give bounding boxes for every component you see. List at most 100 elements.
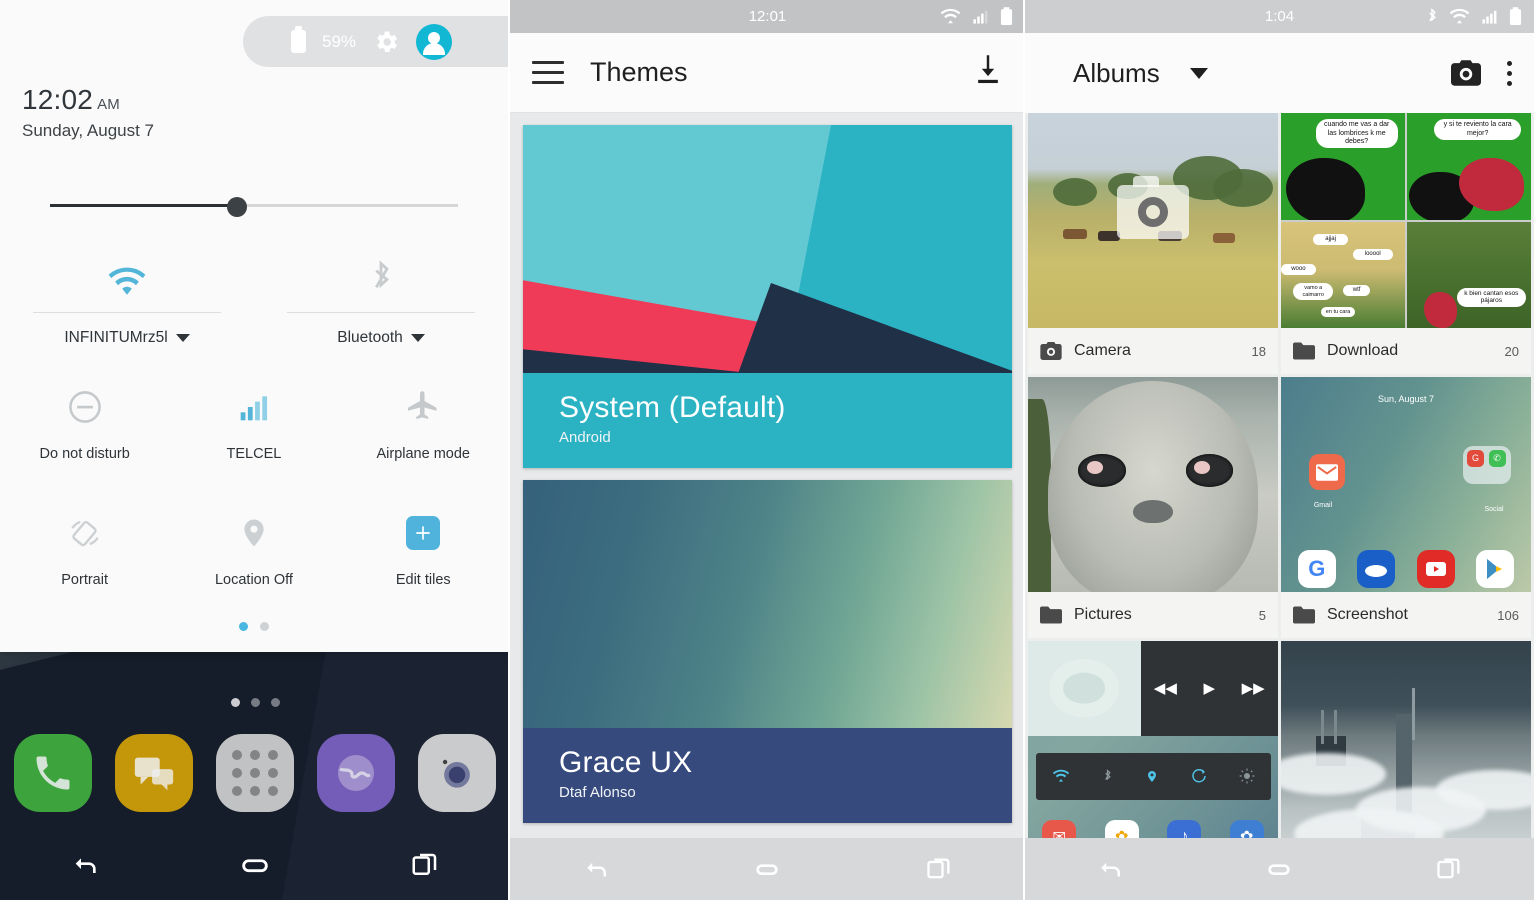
theme-card-grace-ux[interactable]: Grace UX Dtaf Alonso (523, 480, 1012, 823)
page-dot[interactable] (270, 698, 280, 707)
panel-divider-2 (1023, 0, 1025, 900)
quick-settings-page-indicator (0, 622, 508, 631)
album-label: Camera 18 (1028, 328, 1278, 374)
theme-preview-image (523, 480, 1012, 728)
tile-label: Location Off (214, 572, 293, 588)
tile-mobile-data[interactable]: TELCEL (169, 382, 338, 462)
slider-fill (50, 204, 238, 207)
quick-settings-clock: 12:02 AM Sunday, August 7 (22, 84, 154, 141)
album-thumbnail (1028, 113, 1278, 328)
hamburger-menu-icon[interactable] (532, 61, 564, 84)
tile-row-1: Do not disturb TELCEL Airplane mode (0, 382, 508, 462)
panel1-navbar (0, 830, 510, 900)
dock-browser-icon[interactable] (317, 734, 395, 812)
tile-wifi[interactable]: INFINITUMrz5l (0, 240, 254, 347)
user-avatar-icon[interactable] (416, 23, 453, 60)
wifi-icon (940, 8, 961, 24)
dock-phone-icon[interactable] (14, 734, 92, 812)
statusbar-time: 1:04 (1264, 8, 1295, 25)
tile-label: Edit tiles (395, 572, 451, 588)
tile-location[interactable]: Location Off (169, 508, 338, 588)
brightness-slider[interactable] (50, 197, 458, 217)
album-count: 106 (1497, 607, 1519, 623)
three-panel-screenshot: Google OneDrive YouTube Play Store (0, 0, 1534, 900)
dock-app-drawer-icon[interactable] (216, 734, 294, 812)
albums-grid: Camera 18 cuando me vas a dar las lombri… (1025, 113, 1534, 856)
clock-time: 12:02 AM (22, 84, 120, 115)
chevron-down-icon[interactable] (175, 334, 190, 342)
panel-themes: 12:01 Themes System (Default) Android Gr… (510, 0, 1025, 900)
bluetooth-icon (1104, 769, 1111, 781)
page-dot[interactable] (250, 698, 260, 707)
tile-edit-tiles[interactable]: Edit tiles (339, 508, 508, 588)
wifi-icon (106, 240, 148, 298)
album-download[interactable]: cuando me vas a dar las lombrices k me d… (1281, 113, 1531, 374)
camera-overlay-icon (1117, 175, 1189, 239)
comic-bubble: k bien cantan esos pájaros (1456, 287, 1527, 307)
back-icon[interactable] (55, 845, 115, 885)
album-label: Screenshot 106 (1281, 592, 1531, 638)
screenshot-dock: G (1281, 550, 1531, 588)
quick-settings-top-tiles: INFINITUMrz5l Bluetooth (0, 240, 508, 347)
location-icon (1147, 770, 1156, 782)
back-icon[interactable] (566, 849, 626, 889)
chevron-down-icon[interactable] (1189, 67, 1208, 79)
panel2-statusbar: 12:01 (510, 0, 1025, 33)
themes-appbar: Themes (510, 33, 1025, 113)
camera-icon[interactable] (1451, 60, 1481, 86)
panel-quick-settings: Google OneDrive YouTube Play Store (0, 0, 510, 900)
gear-icon[interactable] (372, 28, 400, 56)
album-screenshot[interactable]: Sun, August 7 Gmail G ✆ Social G Screens… (1281, 377, 1531, 638)
qs-page-dot[interactable] (260, 622, 269, 631)
location-icon (237, 508, 271, 558)
home-dock (0, 734, 510, 812)
download-icon[interactable] (973, 54, 1003, 91)
tile-airplane-mode[interactable]: Airplane mode (339, 382, 508, 462)
recents-icon[interactable] (395, 845, 455, 885)
folder-social: G ✆ (1463, 445, 1511, 484)
thumb-elephant-seal (1028, 377, 1278, 592)
chevron-down-icon[interactable] (410, 334, 425, 342)
theme-card-info: System (Default) Android (523, 373, 1012, 468)
home-icon[interactable] (1249, 849, 1309, 889)
tile-divider (287, 312, 475, 313)
slider-knob[interactable] (227, 197, 247, 217)
comic-bubble: ajjaj (1313, 234, 1348, 246)
tile-do-not-disturb[interactable]: Do not disturb (0, 382, 169, 462)
page-dot[interactable] (230, 698, 240, 707)
album-camera[interactable]: Camera 18 (1028, 113, 1278, 374)
qs-page-dot[interactable] (239, 622, 248, 631)
brightness-icon (1239, 769, 1254, 784)
theme-card-system[interactable]: System (Default) Android (523, 125, 1012, 468)
folder-icon (1040, 606, 1062, 624)
music-player-widget: ◀◀ ▶ ▶▶ (1028, 641, 1278, 736)
folder-icon (1293, 342, 1315, 360)
kebab-menu-icon[interactable] (1507, 60, 1512, 86)
dock-messages-icon[interactable] (115, 734, 193, 812)
album-pictures[interactable]: Pictures 5 (1028, 377, 1278, 638)
app-drawer-grid (232, 750, 278, 796)
album-thumbnail: ◀◀ ▶ ▶▶ ✉ (1028, 641, 1278, 856)
dock-camera-icon[interactable] (418, 734, 496, 812)
tile-label: Portrait (61, 572, 109, 588)
panel-gallery: 1:04 Albums Camera 18 cuando me vas a da… (1025, 0, 1534, 900)
tile-label: Do not disturb (39, 446, 130, 462)
recents-icon[interactable] (909, 849, 969, 889)
album-partial-city[interactable] (1281, 641, 1531, 856)
clock-meridiem: AM (97, 96, 120, 113)
recents-icon[interactable] (1419, 849, 1479, 889)
gallery-appbar: Albums (1025, 33, 1534, 113)
battery-icon (291, 26, 306, 53)
panel2-navbar (510, 838, 1025, 900)
tile-bluetooth[interactable]: Bluetooth (254, 240, 508, 347)
page-title: Themes (590, 57, 688, 87)
album-partial-music[interactable]: ◀◀ ▶ ▶▶ ✉ (1028, 641, 1278, 856)
panel3-navbar (1025, 838, 1534, 900)
tile-portrait[interactable]: Portrait (0, 508, 169, 588)
player-controls: ◀◀ ▶ ▶▶ (1140, 641, 1278, 736)
home-icon[interactable] (225, 845, 285, 885)
tile-divider (33, 312, 221, 313)
back-icon[interactable] (1080, 849, 1140, 889)
tile-row-2: Portrait Location Off Edit tiles (0, 508, 508, 588)
home-icon[interactable] (737, 849, 797, 889)
